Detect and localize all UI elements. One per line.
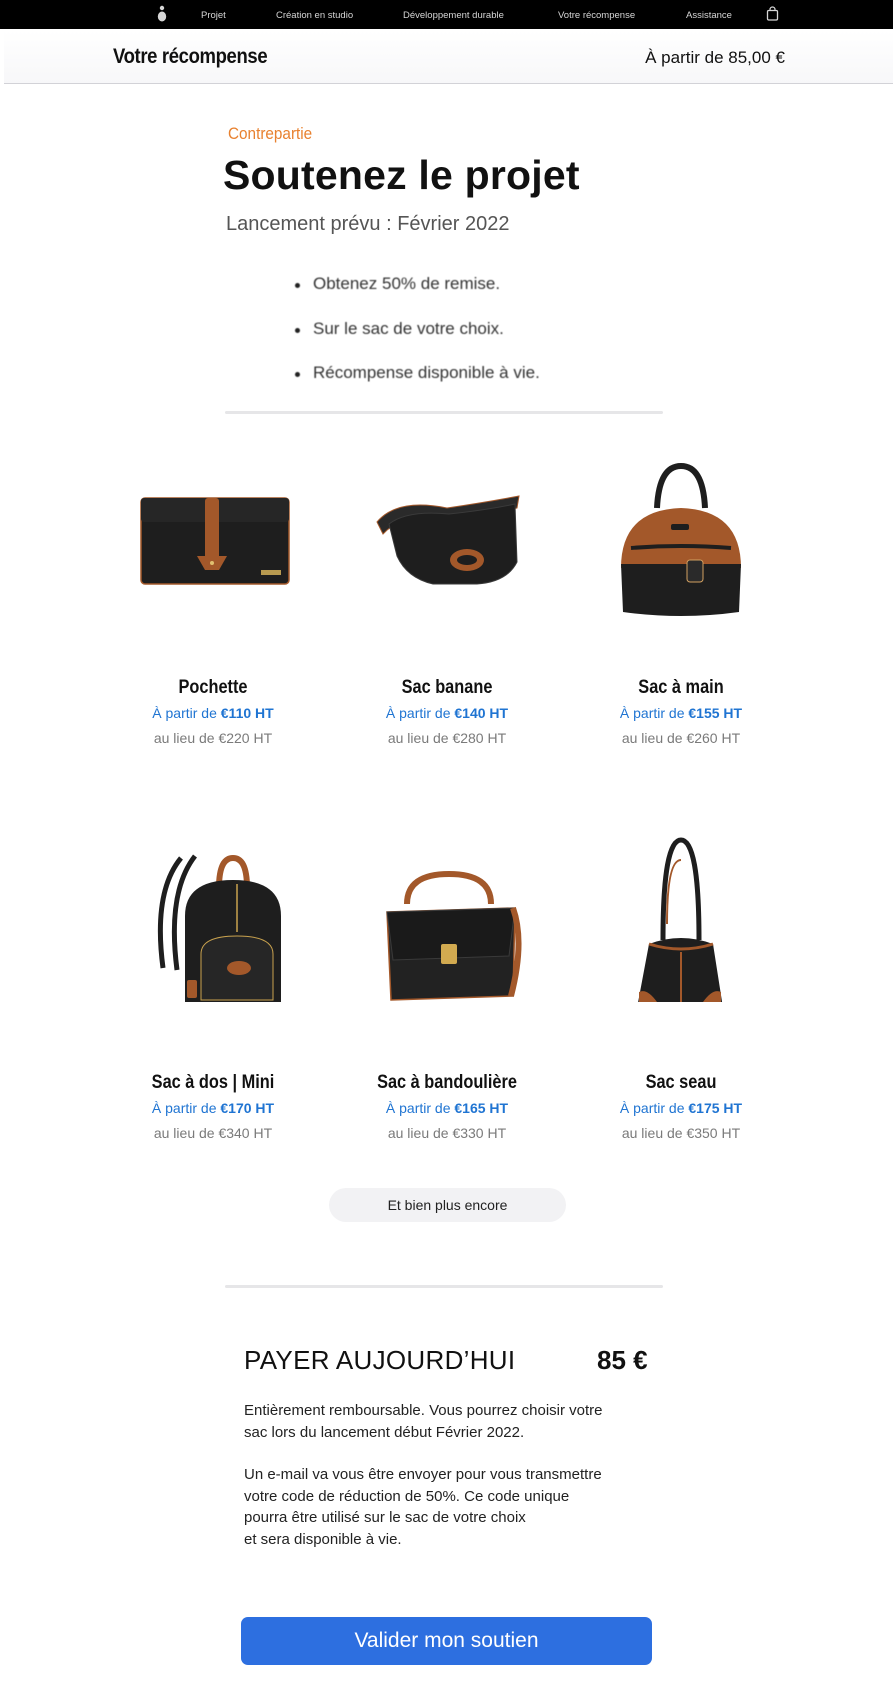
refund-note-line: Entièrement remboursable. Vous pourrez c… xyxy=(244,1402,603,1419)
belt-bag-icon xyxy=(376,495,520,585)
pay-today-title: PAYER AUJOURD’HUI xyxy=(244,1345,516,1375)
product-sale-price: À partir de €110 HT xyxy=(152,705,274,721)
email-note-line: et sera disponible à vie. xyxy=(244,1530,402,1548)
global-nav: Projet Création en studio Développement … xyxy=(0,0,893,29)
shoulder-bag-icon xyxy=(386,870,522,1001)
nav-item-projet[interactable]: Projet xyxy=(201,10,226,21)
product-original-price: au lieu de €350 HT xyxy=(621,1125,741,1141)
pay-today-amount: 85 € xyxy=(597,1345,648,1375)
benefit-item: Sur le sac de votre choix. xyxy=(295,319,540,364)
product-original-price: au lieu de €330 HT xyxy=(387,1125,507,1141)
local-nav: Votre récompense À partir de 85,00 € xyxy=(4,31,893,84)
launch-date: Lancement prévu : Février 2022 xyxy=(226,213,510,235)
handbag-icon xyxy=(621,462,741,616)
product-sale-price: À partir de €175 HT xyxy=(619,1100,743,1116)
backpack-icon xyxy=(157,854,281,1002)
product-original-price: au lieu de €260 HT xyxy=(621,730,741,746)
nav-item-developpement-durable[interactable]: Développement durable xyxy=(403,10,504,21)
clutch-bag-icon xyxy=(140,497,290,585)
nav-item-creation-studio[interactable]: Création en studio xyxy=(276,10,353,21)
product-sale-price: À partir de €170 HT xyxy=(151,1100,275,1116)
more-bags-button[interactable]: Et bien plus encore xyxy=(329,1188,566,1222)
email-note-line: Un e-mail va vous être envoyer pour vous… xyxy=(244,1466,602,1483)
nav-item-assistance[interactable]: Assistance xyxy=(686,10,732,21)
shopping-bag-icon[interactable] xyxy=(766,6,779,21)
eyebrow: Contrepartie xyxy=(228,124,313,143)
local-nav-price: À partir de 85,00 € xyxy=(645,48,785,67)
benefit-item: Obtenez 50% de remise. xyxy=(295,274,540,319)
product-original-price: au lieu de €220 HT xyxy=(153,730,273,746)
product-original-price: au lieu de €340 HT xyxy=(153,1125,273,1141)
divider xyxy=(225,1285,663,1288)
email-note-line: votre code de réduction de 50%. Ce code … xyxy=(244,1487,570,1505)
product-name: Sac à main xyxy=(638,677,724,698)
product-name: Sac à dos | Mini xyxy=(151,1072,275,1093)
product-name: Sac seau xyxy=(645,1072,717,1093)
nav-item-votre-recompense[interactable]: Votre récompense xyxy=(558,10,635,21)
product-name: Sac banane xyxy=(401,677,493,698)
benefit-item: Récompense disponible à vie. xyxy=(295,363,540,408)
product-original-price: au lieu de €280 HT xyxy=(387,730,507,746)
product-name: Pochette xyxy=(178,677,248,698)
email-note: Un e-mail va vous être envoyer pour vous… xyxy=(244,1464,664,1550)
product-sale-price: À partir de €155 HT xyxy=(619,705,743,721)
product-sale-price: À partir de €165 HT xyxy=(385,1100,509,1116)
divider xyxy=(225,411,663,414)
confirm-support-button[interactable]: Valider mon soutien xyxy=(241,1617,652,1665)
refund-note-line: sac lors du lancement début Février 2022… xyxy=(244,1423,525,1441)
brand-logo-icon[interactable] xyxy=(156,5,168,22)
bucket-bag-icon xyxy=(638,837,723,1002)
page-title: Soutenez le projet xyxy=(223,152,580,198)
product-sale-price: À partir de €140 HT xyxy=(385,705,509,721)
product-name: Sac à bandoulière xyxy=(377,1072,517,1093)
benefits-list: Obtenez 50% de remise. Sur le sac de vot… xyxy=(295,274,540,408)
refund-note: Entièrement remboursable. Vous pourrez c… xyxy=(244,1400,664,1443)
local-nav-title: Votre récompense xyxy=(113,45,268,68)
email-note-line: pourra être utilisé sur le sac de votre … xyxy=(244,1509,526,1526)
